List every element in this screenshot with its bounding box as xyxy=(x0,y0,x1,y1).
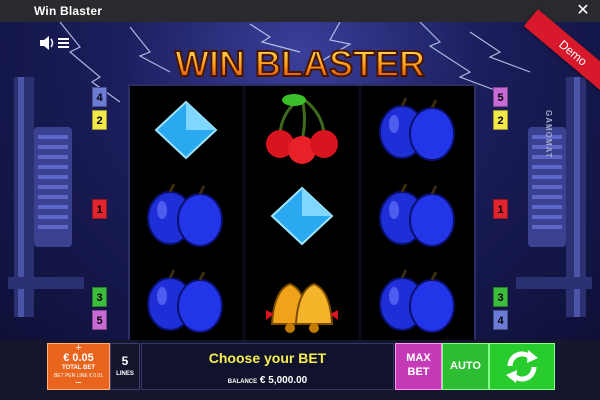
window-title: Win Blaster xyxy=(34,4,103,18)
lines-label: LINES xyxy=(116,371,134,377)
logo-text: WIN BLASTER xyxy=(175,43,425,84)
lines-count: 5 xyxy=(121,354,129,368)
total-bet-amount: € 0.05 xyxy=(63,352,94,364)
reel-1 xyxy=(130,86,242,346)
payline-right-4[interactable]: 4 xyxy=(493,310,508,330)
payline-right-2[interactable]: 2 xyxy=(493,110,508,130)
provider-watermark: GAMOMAT xyxy=(544,110,553,159)
message-panel: Choose your BET BALANCE € 5,000.00 xyxy=(141,343,394,390)
total-bet-label: TOTAL BET xyxy=(62,365,95,371)
payline-left-4[interactable]: 4 xyxy=(92,87,107,107)
max-bet-label-2: BET xyxy=(407,366,430,378)
payline-left-3[interactable]: 3 xyxy=(92,287,107,307)
game-window: Win Blaster ✕ WIN BLASTER GAMOMAT Demo 4… xyxy=(0,0,600,400)
plums-icon xyxy=(368,176,468,256)
title-bar: Win Blaster ✕ xyxy=(0,0,600,22)
plums-icon xyxy=(136,262,236,342)
balance-display: BALANCE € 5,000.00 xyxy=(142,375,393,386)
plums-icon xyxy=(368,262,468,342)
balance-value: € 5,000.00 xyxy=(259,375,308,386)
cherries-icon xyxy=(252,90,352,170)
spin-arrows-icon xyxy=(506,350,538,383)
payline-left-1[interactable]: 1 xyxy=(92,199,107,219)
left-machine-decor xyxy=(8,77,84,317)
auto-button[interactable]: AUTO xyxy=(442,343,489,390)
sound-icon[interactable] xyxy=(38,34,72,52)
reel-area xyxy=(128,84,476,348)
status-message: Choose your BET xyxy=(208,350,327,366)
payline-right-5[interactable]: 5 xyxy=(493,87,508,107)
spin-button[interactable] xyxy=(489,343,555,390)
total-bet-control[interactable]: + € 0.05 TOTAL BET BET PER LINE € 0.01 − xyxy=(47,342,110,390)
lines-display: 5 LINES xyxy=(110,343,140,390)
plums-icon xyxy=(136,176,236,256)
close-icon[interactable]: ✕ xyxy=(574,2,592,20)
balance-label: BALANCE xyxy=(227,379,258,385)
payline-right-1[interactable]: 1 xyxy=(493,199,508,219)
plums-icon xyxy=(368,90,468,170)
bells-icon xyxy=(252,262,352,342)
max-bet-label-1: MAX xyxy=(406,352,431,364)
reel-2 xyxy=(246,86,358,346)
payline-left-5[interactable]: 5 xyxy=(92,310,107,330)
payline-right-3[interactable]: 3 xyxy=(493,287,508,307)
reel-3 xyxy=(362,86,474,346)
max-bet-button[interactable]: MAX BET xyxy=(395,343,442,390)
diamond-icon xyxy=(136,90,236,170)
bet-decrease-button[interactable]: − xyxy=(48,377,109,389)
payline-left-2[interactable]: 2 xyxy=(92,110,107,130)
diamond-icon xyxy=(252,176,352,256)
right-machine-decor xyxy=(516,77,592,317)
